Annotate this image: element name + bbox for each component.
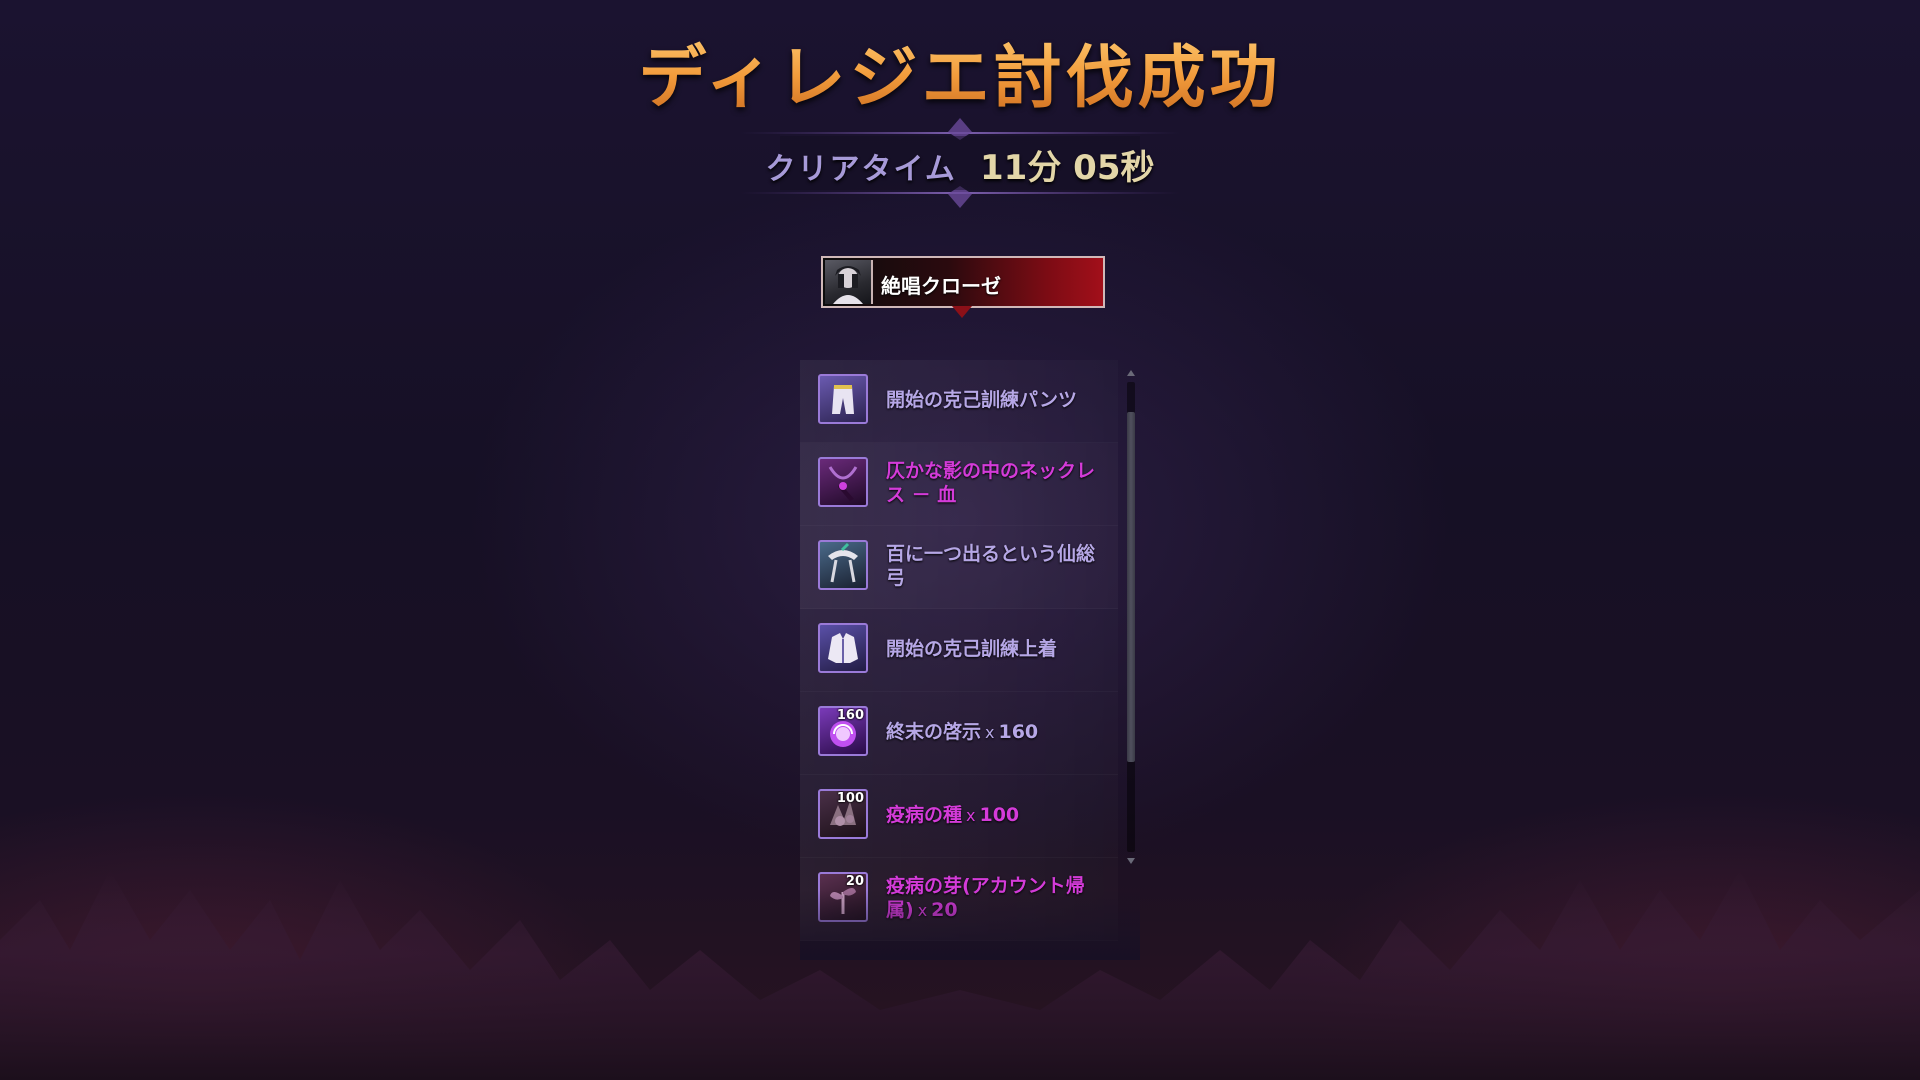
reward-item-name: 疫病の種 x 100 xyxy=(886,804,1020,826)
reward-quantity-badge: 160 xyxy=(836,708,864,723)
reward-item[interactable]: 開始の克己訓練パンツ xyxy=(800,360,1118,443)
result-screen: ディレジエ討伐成功 クリアタイム 11分 05秒 絶唱クローゼ 開始の克己訓練パ… xyxy=(0,0,1920,1080)
reward-item-count: 100 xyxy=(979,804,1020,826)
clear-time-row: クリアタイム 11分 05秒 xyxy=(720,140,1200,189)
reward-item-label: 終末の啓示 xyxy=(886,721,982,743)
scroll-up-arrow-icon[interactable] xyxy=(1127,370,1135,376)
reward-item-name: 開始の克己訓練パンツ xyxy=(886,389,1077,411)
character-portrait-icon xyxy=(833,266,863,304)
seed-icon: 100 xyxy=(818,789,868,839)
reward-scrollbar[interactable] xyxy=(1124,370,1138,870)
reward-item-label: 疫病の種 xyxy=(886,804,963,826)
reward-item-name: 百に一つ出るという仙総弓 xyxy=(886,543,1096,589)
reward-item-name: 終末の啓示 x 160 xyxy=(886,721,1039,743)
reward-list: 開始の克己訓練パンツ 仄かな影の中のネックレス － 血 百に一つ出るという仙総弓… xyxy=(800,360,1118,941)
reward-item[interactable]: 仄かな影の中のネックレス － 血 xyxy=(800,443,1118,526)
reward-quantity-badge: 100 xyxy=(836,791,864,806)
scroll-thumb[interactable] xyxy=(1127,412,1135,762)
victory-title: ディレジエ討伐成功 xyxy=(560,22,1360,121)
list-fade xyxy=(800,890,1140,960)
scroll-track[interactable] xyxy=(1127,382,1135,852)
orb-icon: 160 xyxy=(818,706,868,756)
reward-panel: 開始の克己訓練パンツ 仄かな影の中のネックレス － 血 百に一つ出るという仙総弓… xyxy=(800,360,1140,960)
character-name: 絶唱クローゼ xyxy=(881,274,1001,298)
pants-icon xyxy=(818,374,868,424)
reward-item[interactable]: 100 疫病の種 x 100 xyxy=(800,775,1118,858)
character-tab[interactable]: 絶唱クローゼ xyxy=(821,256,1105,308)
reward-item-name: 仄かな影の中のネックレス － 血 xyxy=(886,460,1096,506)
reward-quantity-badge: 20 xyxy=(845,874,864,889)
character-tab-pointer xyxy=(952,306,972,318)
reward-item-name: 開始の克己訓練上着 xyxy=(886,638,1058,660)
reward-item[interactable]: 開始の克己訓練上着 xyxy=(800,609,1118,692)
clear-time-value: 11分 05秒 xyxy=(980,148,1155,188)
reward-item[interactable]: 百に一つ出るという仙総弓 xyxy=(800,526,1118,609)
reward-item[interactable]: 160 終末の啓示 x 160 xyxy=(800,692,1118,775)
bow-icon xyxy=(818,540,868,590)
jacket-icon xyxy=(818,623,868,673)
character-avatar xyxy=(825,260,873,304)
reward-item-count: 160 xyxy=(998,721,1039,743)
scroll-down-arrow-icon[interactable] xyxy=(1127,858,1135,864)
clear-time-label: クリアタイム xyxy=(765,152,957,187)
clear-time-banner: クリアタイム 11分 05秒 xyxy=(720,118,1200,208)
necklace-icon xyxy=(818,457,868,507)
